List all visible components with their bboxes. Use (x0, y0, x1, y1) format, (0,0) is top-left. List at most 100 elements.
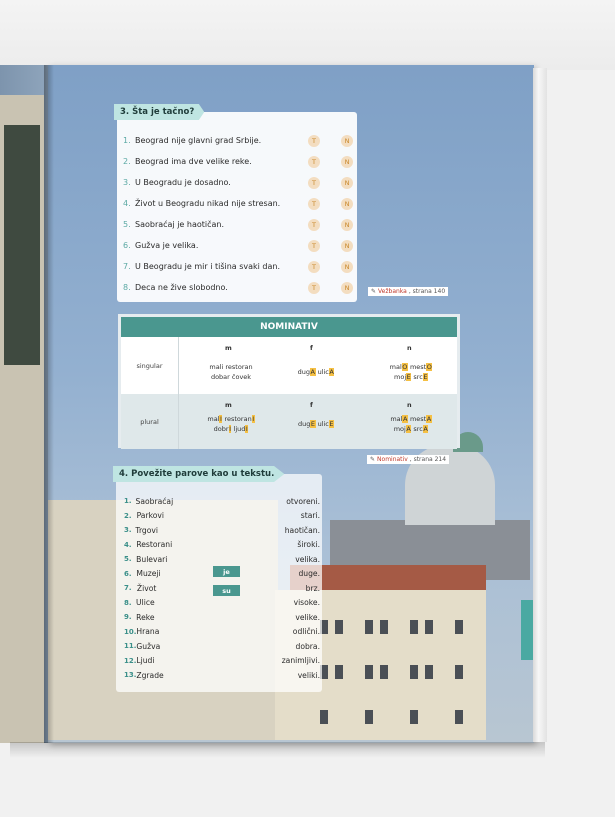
item-number: 8. (123, 283, 131, 292)
window (410, 665, 418, 679)
item-text: Beograd ima dve velike reke. (135, 157, 252, 166)
list-item: 8. Deca ne žive slobodno. T N (123, 277, 353, 298)
window (320, 710, 328, 724)
item-number: 6. (123, 241, 131, 250)
item-number: 13. (124, 671, 137, 680)
gender-header-m: m (225, 401, 232, 409)
true-option[interactable]: T (308, 197, 320, 210)
item-number: 1. (123, 136, 131, 145)
window (410, 620, 418, 634)
true-option[interactable]: T (308, 134, 320, 147)
gender-header-f: f (310, 401, 313, 409)
window (365, 710, 373, 724)
window (365, 665, 373, 679)
true-option[interactable]: T (308, 260, 320, 273)
item-predicate: haotičan. (284, 525, 320, 535)
plural-row: plural m f n malI restoranI dobrI ljudI d… (121, 394, 457, 449)
false-option[interactable]: N (341, 134, 353, 147)
item-number: 12. (124, 656, 137, 665)
item-subject: Ulice (136, 598, 155, 608)
exercise-3-title: 3. Šta je tačno? (114, 104, 205, 120)
item-number: 5. (123, 220, 131, 229)
list-item: 2. Beograd ima dve velike reke. T N (123, 151, 353, 172)
gender-header-n: n (407, 344, 412, 352)
side-tab (521, 600, 533, 660)
true-option[interactable]: T (308, 155, 320, 168)
item-text: U Beogradu je dosadno. (135, 178, 231, 187)
item-number: 6. (124, 569, 132, 578)
item-number: 7. (124, 584, 132, 593)
true-option[interactable]: T (308, 218, 320, 231)
item-number: 5. (124, 555, 132, 564)
window (455, 665, 463, 679)
window (335, 665, 343, 679)
reference-text: , strana 140 (408, 288, 446, 295)
item-predicate: otvoreni. (286, 496, 320, 506)
pencil-icon: ✎ (370, 456, 376, 463)
window (335, 620, 343, 634)
item-predicate: veliki. (297, 670, 320, 680)
item-predicate: zanimljivi. (281, 656, 320, 666)
nominativ-table: NOMINATIV singular m f n mali restoran do… (118, 314, 460, 449)
item-subject: Bulevari (136, 554, 168, 564)
false-option[interactable]: N (341, 281, 353, 294)
list-item: 8. Ulice visoke. (124, 596, 320, 611)
false-option[interactable]: N (341, 155, 353, 168)
item-text: U Beogradu je mir i tišina svaki dan. (135, 262, 281, 271)
exercise-4-box: 4. Povežite parove kao u tekstu. 1. Saobr… (113, 466, 322, 692)
plural-n: malA mestA mojA srcA (390, 415, 432, 433)
list-item: 4. Život u Beogradu nikad nije stresan. T N (123, 193, 353, 214)
page-edge (533, 68, 547, 742)
left-page (0, 65, 48, 743)
item-number: 7. (123, 262, 131, 271)
item-number: 2. (123, 157, 131, 166)
plural-m: malI restoranI dobrI ljudI (207, 415, 255, 433)
gender-header-f: f (310, 344, 313, 352)
item-subject: Hrana (136, 627, 160, 637)
window (455, 710, 463, 724)
singular-m: mali restoran dobar čovek (209, 363, 253, 381)
false-option[interactable]: N (341, 218, 353, 231)
item-subject: Saobraćaj (135, 496, 174, 506)
item-predicate: visoke. (293, 598, 320, 608)
item-predicate: duge. (298, 569, 320, 579)
item-subject: Zgrade (136, 670, 164, 680)
false-option[interactable]: N (341, 197, 353, 210)
singular-n: malO mestO mojE srcE (389, 363, 433, 381)
true-option[interactable]: T (308, 239, 320, 252)
window (425, 665, 433, 679)
row-label: plural (121, 394, 179, 449)
item-predicate: dobra. (295, 641, 320, 651)
item-number: 1. (124, 497, 132, 506)
item-subject: Ljudi (136, 656, 155, 666)
false-option[interactable]: N (341, 239, 353, 252)
item-text: Život u Beogradu nikad nije stresan. (135, 199, 281, 208)
item-number: 9. (124, 613, 132, 622)
verb-je[interactable]: je (213, 566, 240, 577)
item-predicate: brz. (305, 583, 320, 593)
verb-su[interactable]: su (213, 585, 240, 596)
exercise-4-title: 4. Povežite parove kao u tekstu. (113, 466, 285, 482)
false-option[interactable]: N (341, 260, 353, 273)
list-item: 5. Bulevari velika. (124, 552, 320, 567)
item-number: 2. (124, 511, 132, 520)
window (410, 710, 418, 724)
false-option[interactable]: N (341, 176, 353, 189)
reference-highlight: Nominativ (377, 456, 408, 463)
item-subject: Reke (136, 612, 155, 622)
item-subject: Parkovi (136, 511, 164, 521)
true-option[interactable]: T (308, 176, 320, 189)
list-item: 3. U Beogradu je dosadno. T N (123, 172, 353, 193)
item-number: 10. (124, 627, 137, 636)
workbook-reference: ✎ Vežbanka, strana 140 (368, 287, 449, 296)
true-option[interactable]: T (308, 281, 320, 294)
item-predicate: velika. (295, 554, 320, 564)
item-predicate: stari. (300, 511, 320, 521)
item-predicate: velike. (295, 612, 320, 622)
item-predicate: odlični. (292, 627, 320, 637)
window (380, 665, 388, 679)
item-predicate: široki. (297, 540, 320, 550)
exercise-3-box: 3. Šta je tačno? 1. Beograd nije glavni g… (114, 104, 357, 302)
window (380, 620, 388, 634)
item-number: 3. (123, 178, 131, 187)
